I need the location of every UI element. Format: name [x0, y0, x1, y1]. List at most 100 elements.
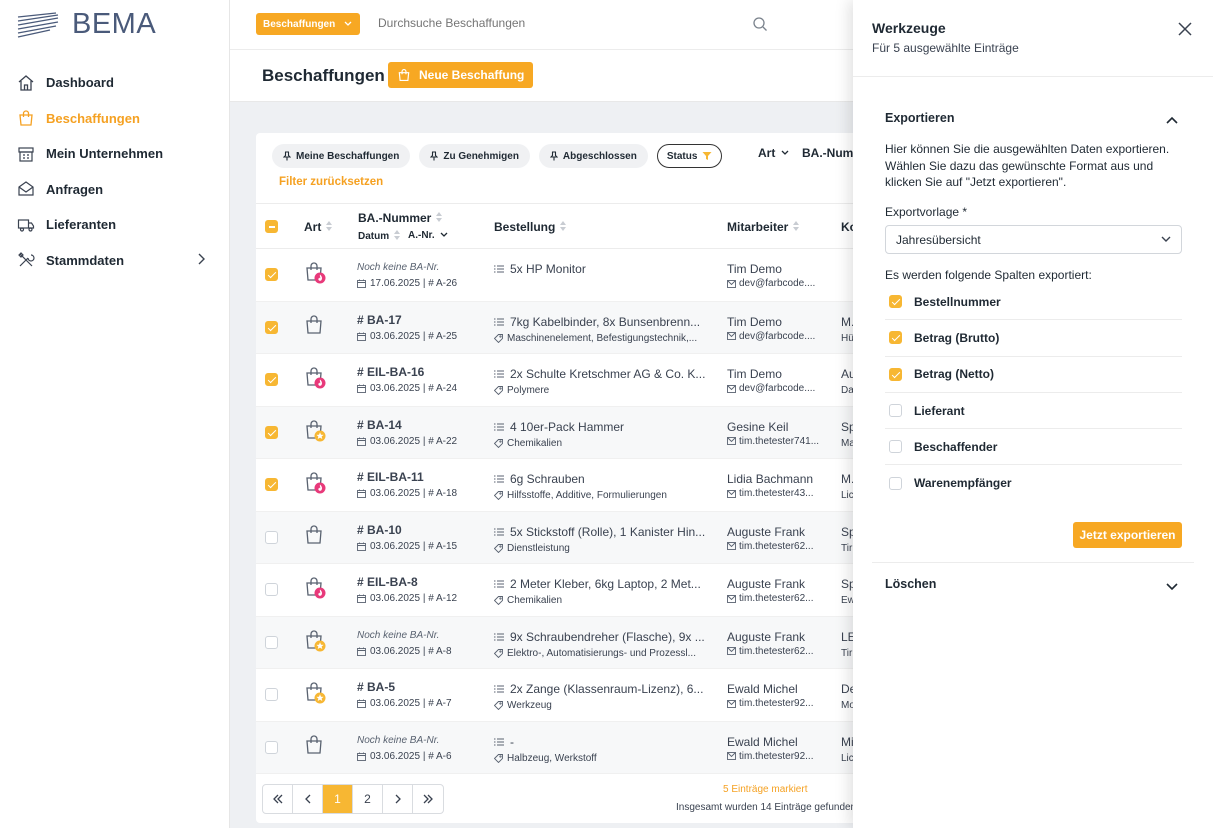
row-checkbox[interactable] [265, 583, 278, 599]
table-row[interactable]: Noch keine BA-Nr. 17.06.2025 | # A-26 5x H… [256, 249, 854, 302]
row-order[interactable]: 2 Meter Kleber, 6kg Laptop, 2 Met... [494, 577, 714, 591]
row-checkbox[interactable] [265, 320, 278, 337]
column-header-art[interactable]: Art [304, 220, 333, 234]
page-button-1[interactable]: 1 [323, 785, 353, 813]
export-template-select[interactable]: Jahresübersicht [885, 225, 1182, 254]
filter-chip-label: Abgeschlossen [562, 150, 637, 162]
checkbox[interactable] [889, 404, 902, 418]
prev-page-button[interactable] [293, 785, 323, 813]
row-order[interactable]: 4 10er-Pack Hammer [494, 420, 714, 434]
search-type-dropdown[interactable]: Beschaffungen [256, 13, 361, 35]
row-checkbox[interactable] [265, 478, 278, 494]
row-checkbox[interactable] [265, 740, 278, 757]
table-row[interactable]: # EIL-BA-11 03.06.2025 | # A-18 6g Schraub… [256, 459, 854, 512]
checkbox[interactable] [889, 295, 902, 309]
sidebar-item-dashboard[interactable]: Dashboard [16, 65, 216, 101]
row-date: 03.06.2025 | # A-15 [357, 541, 457, 552]
ba-number[interactable]: # BA-10 [357, 523, 402, 537]
ba-number[interactable]: Noch keine BA-Nr. [357, 630, 439, 641]
sidebar-item-mein-unternehmen[interactable]: Mein Unternehmen [16, 136, 216, 172]
filter-chip-genehmigen[interactable]: Zu Genehmigen [419, 144, 530, 168]
row-order[interactable]: 2x Schulte Kretschmer AG & Co. K... [494, 367, 714, 381]
delete-section-header[interactable]: Löschen [885, 577, 936, 591]
sidebar-item-anfragen[interactable]: Anfragen [16, 172, 216, 208]
table-row[interactable]: # EIL-BA-8 03.06.2025 | # A-12 2 Meter Kle… [256, 564, 854, 617]
chevron-down-icon[interactable] [1166, 579, 1178, 594]
row-order[interactable]: 5x HP Monitor [494, 262, 714, 276]
export-now-button[interactable]: Jetzt exportieren [1073, 522, 1182, 548]
new-procurement-button[interactable]: Neue Beschaffung [388, 62, 534, 88]
logo[interactable]: BEMA [16, 8, 156, 41]
sort-art-dropdown[interactable]: Art [758, 146, 789, 160]
reset-filters-link[interactable]: Filter zurücksetzen [279, 176, 383, 188]
filter-chip-abgeschlossen[interactable]: Abgeschlossen [538, 144, 648, 168]
export-column-option[interactable]: Lieferant [885, 393, 1182, 430]
row-checkbox[interactable] [265, 530, 278, 547]
section-divider [872, 562, 1194, 563]
ba-number[interactable]: Noch keine BA-Nr. [357, 262, 439, 273]
last-page-button[interactable] [413, 785, 443, 813]
table-row[interactable]: # BA-14 03.06.2025 | # A-22 4 10er-Pack Ha… [256, 406, 854, 459]
page-button-2[interactable]: 2 [353, 785, 383, 813]
checkbox[interactable] [889, 331, 902, 345]
select-all-checkbox[interactable] [265, 220, 278, 233]
close-icon[interactable] [1178, 22, 1192, 39]
ba-number[interactable]: # EIL-BA-16 [357, 365, 424, 379]
truck-icon [16, 215, 36, 235]
row-checkbox[interactable] [265, 688, 278, 704]
checkbox[interactable] [889, 476, 902, 490]
table-row[interactable]: # EIL-BA-16 03.06.2025 | # A-24 2x Schulte… [256, 354, 854, 407]
row-order[interactable]: 9x Schraubendreher (Flasche), 9x ... [494, 630, 714, 644]
ba-number[interactable]: Noch keine BA-Nr. [357, 735, 439, 746]
row-order[interactable]: - [494, 735, 714, 749]
filter-chip-meine[interactable]: Meine Beschaffungen [272, 144, 411, 168]
column-header-anr[interactable]: A.-Nr. [408, 230, 448, 241]
row-order[interactable]: 2x Zange (Klassenraum-Lizenz), 6... [494, 682, 714, 696]
ba-number[interactable]: # EIL-BA-11 [357, 470, 424, 484]
export-section-header[interactable]: Exportieren [885, 111, 954, 125]
column-header-mitarbeiter[interactable]: Mitarbeiter [727, 220, 800, 234]
table-row[interactable]: # BA-17 03.06.2025 | # A-25 7kg Kabelbinde… [256, 301, 854, 354]
table-row[interactable]: # BA-10 03.06.2025 | # A-15 5x Stickstoff … [256, 511, 854, 564]
row-date-text: 03.06.2025 | # A-8 [370, 645, 452, 657]
export-column-option[interactable]: Bestellnummer [885, 284, 1182, 321]
ba-number[interactable]: # BA-5 [357, 680, 395, 694]
table-row[interactable]: # BA-5 03.06.2025 | # A-7 2x Zange (Klasse… [256, 669, 854, 722]
column-header-ba[interactable]: BA.-Nummer [358, 211, 443, 225]
filter-chip-status[interactable]: Status [656, 144, 723, 168]
sidebar-item-stammdaten[interactable]: Stammdaten [16, 243, 216, 279]
checkbox[interactable] [889, 367, 902, 381]
chevron-right-icon [395, 794, 401, 804]
ba-number[interactable]: # BA-14 [357, 418, 402, 432]
table-row[interactable]: Noch keine BA-Nr. 03.06.2025 | # A-8 9x Sc… [256, 616, 854, 669]
ba-number[interactable]: # EIL-BA-8 [357, 575, 418, 589]
row-checkbox[interactable] [265, 373, 278, 389]
chevron-up-icon[interactable] [1166, 112, 1178, 127]
ba-number[interactable]: # BA-17 [357, 313, 402, 327]
export-column-option[interactable]: Warenempfänger [885, 465, 1182, 490]
search-icon[interactable] [752, 16, 768, 35]
column-header-bestellung[interactable]: Bestellung [494, 220, 567, 234]
column-header-datum[interactable]: Datum [358, 230, 401, 243]
row-checkbox[interactable] [265, 425, 278, 442]
export-column-label: Lieferant [914, 403, 965, 418]
row-order[interactable]: 6g Schrauben [494, 472, 714, 486]
next-page-button[interactable] [383, 785, 413, 813]
header-label: Art [304, 220, 322, 234]
row-order[interactable]: 5x Stickstoff (Rolle), 1 Kanister Hin... [494, 525, 714, 539]
row-order[interactable]: 7kg Kabelbinder, 8x Bunsenbrenn... [494, 315, 714, 329]
export-column-option[interactable]: Betrag (Netto) [885, 357, 1182, 393]
sidebar-item-lieferanten[interactable]: Lieferanten [16, 207, 216, 243]
export-column-option[interactable]: Beschaffender [885, 429, 1182, 466]
checkbox[interactable] [889, 440, 902, 454]
table-row[interactable]: Noch keine BA-Nr. 03.06.2025 | # A-6 - Halb… [256, 721, 854, 774]
search-input[interactable] [378, 16, 758, 30]
sidebar-item-beschaffungen[interactable]: Beschaffungen [16, 101, 216, 137]
mail-icon [727, 384, 736, 393]
row-checkbox[interactable] [265, 635, 278, 652]
list-icon [494, 685, 504, 693]
first-page-button[interactable] [263, 785, 293, 813]
row-checkbox[interactable] [265, 268, 278, 284]
sort-ba-dropdown[interactable]: BA.-Nummer [802, 146, 854, 160]
export-column-option[interactable]: Betrag (Brutto) [885, 320, 1182, 357]
